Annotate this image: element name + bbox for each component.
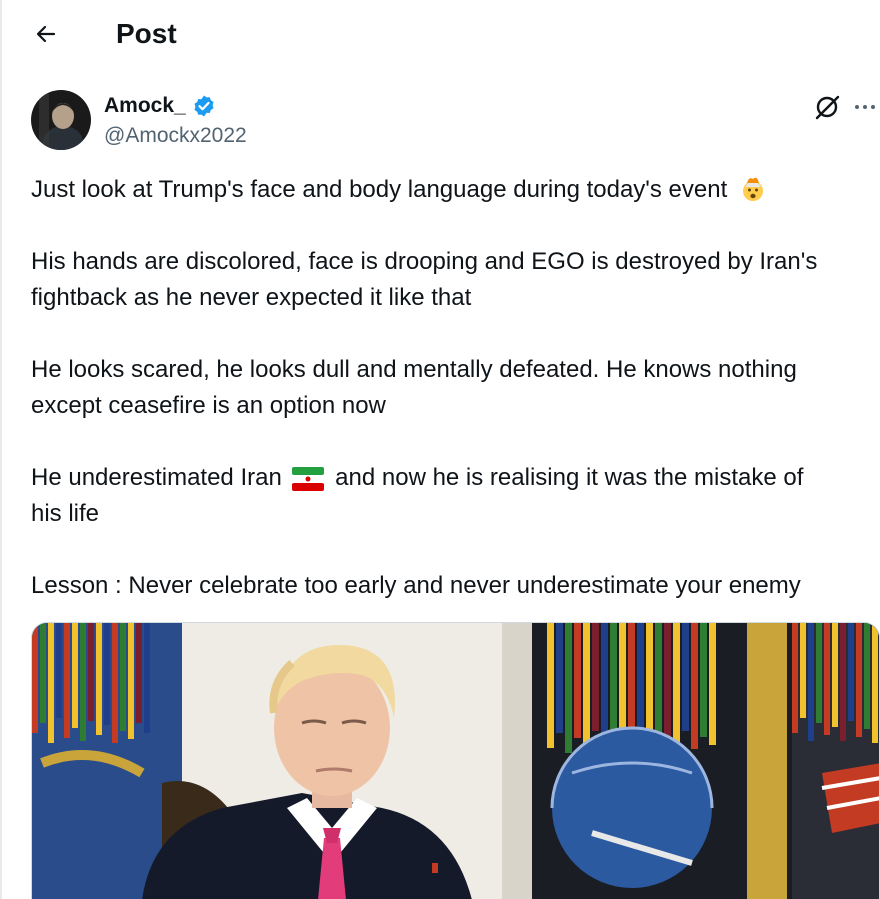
author-display-name[interactable]: Amock_ <box>104 94 186 118</box>
back-button[interactable] <box>28 16 64 52</box>
grok-icon <box>815 95 840 120</box>
page-title: Post <box>116 18 177 49</box>
tweet-line: He looks scared, he looks dull and menta… <box>31 356 797 383</box>
video-still-image <box>32 623 879 899</box>
exploding-head-emoji-icon <box>742 177 763 201</box>
tweet-paragraph: He underestimated Iran and now he is rea… <box>31 460 880 532</box>
left-border <box>0 0 2 899</box>
tweet-line: His hands are discolored, face is droopi… <box>31 248 818 275</box>
author-name-row: Amock_ <box>104 92 216 120</box>
tweet-line: He underestimated Iran <box>31 464 282 491</box>
tweet-line: his life <box>31 500 100 527</box>
more-horizontal-icon <box>855 105 875 109</box>
header: Post <box>0 0 880 68</box>
tweet-line: and now he is realising it was the mista… <box>335 464 804 491</box>
tweet-line: Just look at Trump's face and body langu… <box>31 176 728 203</box>
tweet-line: fightback as he never expected it like t… <box>31 284 472 311</box>
more-options-button[interactable] <box>850 92 880 122</box>
tweet-line: except ceasefire is an option now <box>31 392 386 419</box>
author-handle[interactable]: @Amockx2022 <box>104 124 247 148</box>
iran-flag-emoji-icon <box>292 467 325 491</box>
tweet-paragraph: Just look at Trump's face and body langu… <box>31 172 880 208</box>
grok-button[interactable] <box>812 92 842 122</box>
arrow-left-icon <box>36 25 56 43</box>
avatar[interactable] <box>31 90 91 150</box>
tweet-paragraph: Lesson : Never celebrate too early and n… <box>31 568 880 604</box>
tweet-line: Lesson : Never celebrate too early and n… <box>31 572 801 599</box>
tweet-text: Just look at Trump's face and body langu… <box>31 172 880 604</box>
tweet-paragraph: His hands are discolored, face is droopi… <box>31 244 880 316</box>
verified-badge-icon <box>194 95 214 117</box>
tweet-paragraph: He looks scared, he looks dull and menta… <box>31 352 880 424</box>
tweet-media-video[interactable] <box>31 622 880 899</box>
